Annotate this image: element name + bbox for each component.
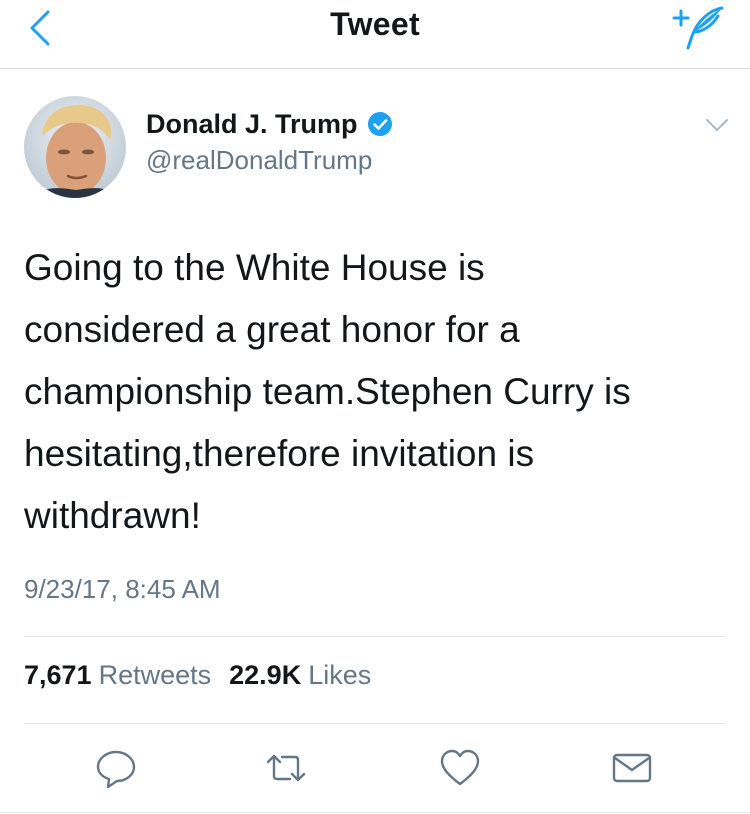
navigation-bar: Tweet: [0, 0, 750, 69]
compose-tweet-icon[interactable]: [672, 4, 728, 50]
tweet-stats: 7,671 Retweets 22.9K Likes: [24, 660, 389, 691]
tweet-timestamp: 9/23/17, 8:45 AM: [24, 574, 221, 604]
reply-icon[interactable]: [94, 746, 138, 790]
avatar[interactable]: [24, 96, 126, 198]
author-handle[interactable]: @realDonaldTrump: [146, 145, 372, 176]
chevron-down-icon[interactable]: [704, 116, 730, 134]
divider: [0, 812, 750, 813]
like-icon[interactable]: [438, 746, 482, 790]
author-name-row[interactable]: Donald J. Trump: [146, 106, 393, 142]
likes-label[interactable]: Likes: [308, 660, 371, 691]
likes-count[interactable]: 22.9K: [229, 660, 301, 691]
avatar-image: [24, 96, 126, 198]
retweets-label[interactable]: Retweets: [99, 660, 212, 691]
divider: [24, 636, 726, 637]
verified-badge-icon: [367, 112, 392, 136]
direct-message-icon[interactable]: [610, 746, 654, 790]
retweet-icon[interactable]: [264, 746, 308, 790]
retweets-count[interactable]: 7,671: [24, 660, 92, 691]
page-title: Tweet: [330, 6, 420, 42]
tweet-text: Going to the White House is considered a…: [24, 247, 631, 536]
tweet-actions: [0, 740, 750, 800]
author-name[interactable]: Donald J. Trump: [146, 109, 358, 140]
divider: [24, 723, 726, 724]
